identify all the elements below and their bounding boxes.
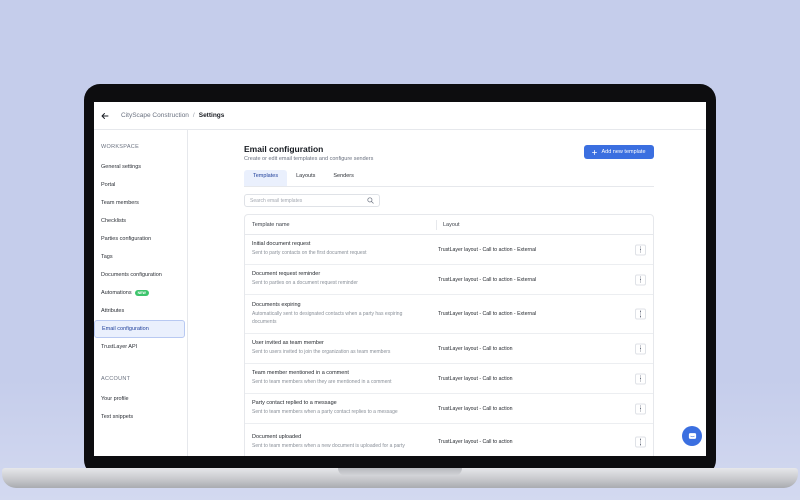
table-row[interactable]: Team member mentioned in a comment Sent … [245, 364, 653, 394]
column-header-layout: Layout [443, 221, 460, 228]
app-screen: CityScape Construction / Settings WORKSP… [94, 102, 706, 456]
add-new-template-label: Add new template [601, 149, 646, 155]
template-layout: TrustLayer layout - Call to action - Ext… [438, 311, 537, 317]
sidebar-item-your-profile[interactable]: Your profile [94, 390, 187, 408]
add-new-template-button[interactable]: Add new template [584, 145, 654, 159]
sidebar-item-portal[interactable]: Portal [94, 176, 187, 194]
breadcrumb-current: Settings [198, 112, 225, 119]
tab-senders[interactable]: Senders [324, 170, 363, 186]
template-layout: TrustLayer layout - Call to action [438, 345, 513, 352]
template-description: Sent to users invited to join the organi… [252, 349, 391, 356]
table-row[interactable]: Initial document request Sent to party c… [245, 235, 653, 265]
template-description: Sent to team members when a party contac… [252, 409, 398, 416]
page-subtitle: Create or edit email templates and confi… [244, 156, 374, 162]
column-header-template-name: Template name [245, 219, 437, 230]
template-name: Documents expiring [252, 302, 301, 309]
template-layout: TrustLayer layout - Call to action [438, 405, 513, 412]
table-row[interactable]: Document request reminder Sent to partie… [245, 265, 653, 295]
tab-templates[interactable]: Templates [244, 170, 288, 186]
table-header: Template name Layout [245, 215, 653, 235]
kebab-menu-icon[interactable] [635, 436, 646, 448]
kebab-menu-icon[interactable] [635, 403, 646, 414]
template-description: Sent to team members when they are menti… [252, 379, 392, 386]
sidebar-section-workspace: WORKSPACE [101, 144, 140, 150]
new-badge: NEW [134, 290, 149, 296]
chat-icon [688, 432, 696, 439]
template-description: Sent to party contacts on the first docu… [252, 250, 367, 257]
kebab-menu-icon[interactable] [635, 274, 646, 285]
kebab-menu-icon[interactable] [635, 244, 646, 255]
sidebar-section-account: ACCOUNT [101, 376, 131, 382]
sidebar-item-label: Automations [101, 290, 132, 296]
table-row[interactable]: Documents expiring Automatically sent to… [245, 295, 653, 334]
kebab-menu-icon[interactable] [635, 308, 646, 320]
search-icon[interactable] [367, 197, 374, 204]
table-row[interactable]: User invited as team member Sent to user… [245, 334, 653, 364]
top-bar: CityScape Construction / Settings [94, 102, 706, 130]
chat-launcher-button[interactable] [682, 426, 702, 446]
kebab-menu-icon[interactable] [635, 343, 646, 354]
plus-icon [592, 149, 598, 155]
sidebar-item-automations[interactable]: Automations NEW [94, 284, 187, 302]
main-content: Email configuration Create or edit email… [244, 130, 656, 456]
template-layout: TrustLayer layout - Call to action [438, 439, 513, 445]
search-input[interactable] [250, 197, 360, 204]
page-title: Email configuration [244, 144, 324, 154]
template-description: Sent to team members when a new document… [252, 442, 405, 449]
sidebar-item-attributes[interactable]: Attributes [94, 302, 187, 320]
sidebar-item-checklists[interactable]: Checklists [94, 212, 187, 230]
template-layout: TrustLayer layout - Call to action - Ext… [438, 276, 537, 283]
template-name: Document request reminder [252, 271, 321, 278]
table-row[interactable]: Document uploaded Sent to team members w… [245, 424, 653, 456]
template-layout: TrustLayer layout - Call to action - Ext… [438, 246, 537, 253]
arrow-left-icon[interactable] [101, 111, 111, 121]
breadcrumb-workspace[interactable]: CityScape Construction [121, 112, 189, 119]
sidebar: WORKSPACE General settings Portal Team m… [94, 130, 188, 456]
sidebar-item-parties-configuration[interactable]: Parties configuration [94, 230, 187, 248]
sidebar-item-email-configuration[interactable]: Email configuration [94, 320, 185, 338]
search-box [244, 194, 380, 207]
breadcrumb-separator: / [192, 112, 195, 119]
tab-layouts[interactable]: Layouts [287, 170, 324, 186]
kebab-menu-icon[interactable] [635, 373, 646, 384]
template-layout: TrustLayer layout - Call to action [438, 375, 513, 382]
sidebar-item-general-settings[interactable]: General settings [94, 158, 187, 176]
sidebar-item-text-snippets[interactable]: Text snippets [94, 408, 187, 426]
template-description: Sent to parties on a document request re… [252, 280, 358, 287]
template-name: Party contact replied to a message [252, 400, 337, 407]
table-row[interactable]: Party contact replied to a message Sent … [245, 394, 653, 424]
sidebar-item-team-members[interactable]: Team members [94, 194, 187, 212]
template-name: User invited as team member [252, 340, 324, 347]
templates-table: Template name Layout Initial document re… [244, 214, 654, 456]
laptop-notch [338, 468, 462, 476]
template-name: Initial document request [252, 241, 311, 248]
template-description: Automatically sent to designated contact… [252, 311, 403, 325]
sidebar-item-documents-configuration[interactable]: Documents configuration [94, 266, 187, 284]
template-name: Document uploaded [252, 433, 302, 440]
tab-bar: Templates Layouts Senders [244, 170, 654, 187]
template-name: Team member mentioned in a comment [252, 370, 349, 377]
sidebar-item-trustlayer-api[interactable]: TrustLayer API [94, 338, 187, 356]
sidebar-item-tags[interactable]: Tags [94, 248, 187, 266]
